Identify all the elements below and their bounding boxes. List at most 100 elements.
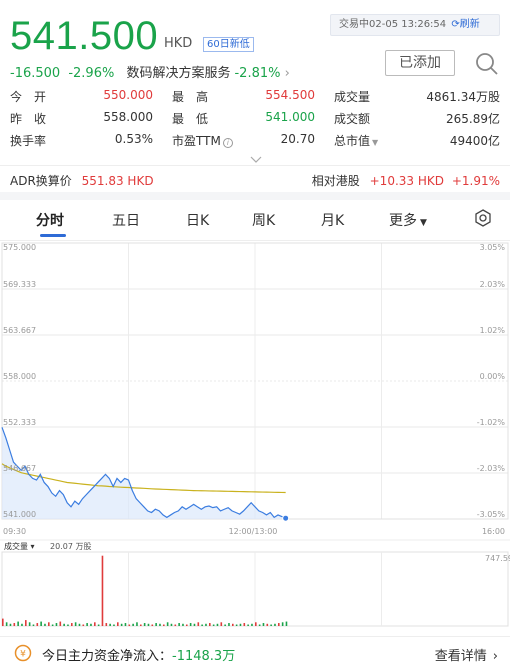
tab-weekly-k[interactable]: 周K bbox=[252, 210, 275, 230]
volume-bar bbox=[163, 624, 165, 626]
chevron-down-icon bbox=[250, 156, 262, 163]
y-tick-label: 563.667 bbox=[3, 326, 36, 335]
volume-value: 4861.34万股 bbox=[426, 90, 500, 104]
add-watchlist-button[interactable]: 已添加 bbox=[385, 50, 455, 76]
current-price: 541.500 bbox=[10, 14, 159, 58]
volume-bar bbox=[51, 624, 54, 626]
tab-intraday[interactable]: 分时 bbox=[36, 210, 64, 230]
volume-bar bbox=[55, 623, 58, 626]
active-tab-indicator bbox=[40, 234, 66, 237]
relative-hk-row: 相对港股 +10.33 HKD +1.91% bbox=[312, 172, 500, 189]
volume-bar bbox=[17, 621, 19, 626]
tab-five-day[interactable]: 五日 bbox=[112, 210, 140, 230]
high-value: 554.500 bbox=[265, 88, 315, 102]
x-axis-labels: 09:30 12:00/13:00 16:00 bbox=[3, 527, 505, 536]
volume-bar bbox=[71, 623, 73, 626]
volume-bar bbox=[147, 623, 150, 626]
volume-bar bbox=[32, 624, 35, 626]
last-price-dot bbox=[282, 514, 290, 522]
volume-bar bbox=[59, 621, 62, 626]
volume-bar bbox=[44, 623, 46, 626]
volume-bars bbox=[0, 539, 510, 627]
view-details-link[interactable]: 查看详情 › bbox=[435, 645, 498, 664]
expand-stats-button[interactable] bbox=[250, 150, 262, 163]
volume-bar bbox=[82, 624, 85, 626]
y-tick-label: 541.000 bbox=[3, 510, 36, 519]
turnover-label: 成交额 bbox=[334, 112, 371, 126]
y-tick-label: 575.000 bbox=[3, 243, 36, 252]
y-tick-label-right: 2.03% bbox=[480, 280, 506, 289]
volume-bar bbox=[170, 623, 173, 626]
volume-label: 成交量 bbox=[334, 90, 371, 104]
volume-bar bbox=[128, 624, 131, 626]
volume-bar bbox=[205, 623, 207, 626]
volume-bar bbox=[143, 623, 146, 626]
section-gap bbox=[0, 192, 510, 200]
price-change-pct: -2.96% bbox=[68, 66, 115, 81]
open-value: 550.000 bbox=[103, 88, 153, 102]
low-value: 541.000 bbox=[265, 110, 315, 124]
sector-name: 数码解决方案服务 bbox=[126, 66, 231, 81]
y-tick-label-right: 3.05% bbox=[480, 243, 506, 252]
volume-bar bbox=[105, 623, 108, 626]
volume-bar bbox=[159, 623, 161, 626]
intraday-chart[interactable]: 575.000 3.05% 569.333 2.03% 563.667 1.02% 558.… bbox=[0, 240, 510, 636]
volume-bar bbox=[113, 624, 115, 626]
volume-bar bbox=[274, 623, 276, 626]
search-button[interactable] bbox=[472, 50, 502, 76]
y-tick-label: 552.333 bbox=[3, 418, 36, 427]
y-tick-label-right: 1.02% bbox=[480, 326, 506, 335]
volume-bar bbox=[232, 623, 234, 626]
volume-bar bbox=[212, 624, 215, 626]
low-label: 最 低 bbox=[172, 112, 209, 126]
open-label: 今 开 bbox=[10, 90, 47, 104]
volume-bar bbox=[136, 622, 138, 626]
relative-hk-pct: +1.91% bbox=[451, 174, 500, 188]
volume-bar bbox=[255, 622, 257, 626]
tab-more-label: 更多 bbox=[389, 213, 417, 229]
refresh-label: 刷新 bbox=[459, 19, 480, 30]
volume-bar bbox=[235, 624, 238, 626]
x-tick-label: 16:00 bbox=[482, 527, 505, 536]
volume-bar bbox=[174, 624, 177, 626]
volume-bar bbox=[266, 623, 269, 626]
volume-bar bbox=[239, 623, 242, 626]
volume-bar bbox=[13, 623, 16, 626]
tab-monthly-k[interactable]: 月K bbox=[321, 210, 344, 230]
refresh-button[interactable]: ⟳刷新 bbox=[451, 19, 479, 30]
adr-label: ADR换算价 bbox=[10, 174, 72, 188]
svg-text:¥: ¥ bbox=[20, 650, 26, 660]
y-tick-label: 546.667 bbox=[3, 464, 36, 473]
volume-bar bbox=[243, 623, 246, 626]
pe-label-text: 市盈TTM bbox=[172, 134, 221, 148]
currency-label: HKD bbox=[164, 36, 193, 51]
refresh-icon: ⟳ bbox=[451, 19, 460, 30]
volume-bar bbox=[5, 622, 8, 626]
trading-status-text: 交易中02-05 13:26:54 bbox=[339, 19, 447, 30]
volume-chart-label[interactable]: 成交量 ▾ bbox=[4, 541, 35, 551]
y-tick-label-right: -3.05% bbox=[477, 510, 506, 519]
volume-bar bbox=[166, 622, 169, 626]
volume-bar bbox=[132, 623, 134, 626]
volume-bar bbox=[36, 623, 39, 626]
volume-bar bbox=[278, 623, 280, 626]
volume-bar bbox=[285, 621, 288, 626]
volume-bar bbox=[67, 624, 69, 626]
adr-value: 551.83 HKD bbox=[81, 174, 154, 188]
volume-bar bbox=[155, 623, 157, 626]
y-tick-label: 569.333 bbox=[3, 280, 36, 289]
chevron-right-icon: › bbox=[492, 649, 498, 664]
y-tick-label-right: -2.03% bbox=[477, 464, 506, 473]
volume-bar bbox=[201, 624, 203, 626]
volume-bar bbox=[28, 622, 31, 626]
prev-close-label: 昨 收 bbox=[10, 112, 47, 126]
adr-price-row: ADR换算价 551.83 HKD bbox=[10, 172, 154, 189]
sector-link[interactable]: 数码解决方案服务 -2.81% › bbox=[126, 66, 289, 81]
tab-daily-k[interactable]: 日K bbox=[186, 210, 209, 230]
chart-settings-button[interactable] bbox=[474, 209, 492, 231]
volume-bar bbox=[25, 620, 27, 626]
market-cap-label[interactable]: 总市值 ▼ bbox=[334, 132, 378, 149]
turnover-rate-value: 0.53% bbox=[114, 132, 153, 146]
tab-more[interactable]: 更多 ▼ bbox=[389, 210, 427, 230]
volume-bar bbox=[189, 623, 192, 626]
